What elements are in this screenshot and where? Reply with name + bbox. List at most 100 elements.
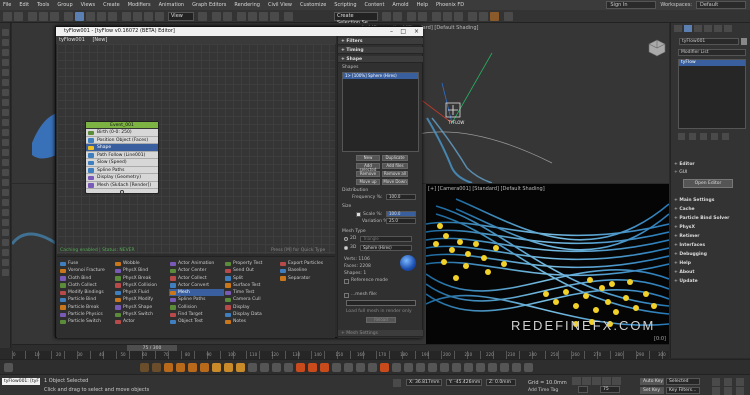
remove-button[interactable]: Remove	[356, 171, 380, 177]
maximize-toggle-icon[interactable]	[736, 387, 744, 395]
flow-icon-2[interactable]	[176, 363, 185, 372]
zoom-extents-icon[interactable]	[724, 378, 732, 386]
tab-option-icon[interactable]	[2, 209, 9, 216]
depot-operator[interactable]: Particle Physics	[59, 311, 114, 318]
modifier-list-dropdown[interactable]: Modifier List	[678, 49, 746, 56]
rollout-mesh-settings[interactable]: Mesh Settings	[338, 330, 423, 337]
depot-operator[interactable]: PhysX Break	[114, 275, 169, 282]
tyflow-title-bar[interactable]: tyFlow001 - [tyFlow v0.16072 (BETA) Edit…	[56, 27, 423, 36]
depot-operator[interactable]: Camera Cull	[224, 296, 279, 303]
tab-option-4-icon[interactable]	[2, 239, 9, 246]
tab-option-2-icon[interactable]	[2, 219, 9, 226]
depot-operator[interactable]: Fuse	[59, 260, 114, 267]
flow-icon-4[interactable]	[200, 363, 209, 372]
depot-operator[interactable]: PhysX Bind	[114, 267, 169, 274]
show-end-result-icon[interactable]	[689, 133, 696, 140]
script-icon-2[interactable]	[152, 363, 161, 372]
goto-start-icon[interactable]	[572, 377, 581, 385]
depot-operator[interactable]: Find Target	[169, 311, 224, 318]
object-tools-icon[interactable]	[2, 89, 9, 96]
mesh-type-2d-radio[interactable]	[344, 237, 348, 241]
create-selection-icon[interactable]	[2, 29, 9, 36]
rollout-cache[interactable]: Cache	[674, 207, 748, 212]
flow-icon[interactable]	[164, 363, 173, 372]
z-coordinate-field[interactable]: Z: 0.0mm	[486, 379, 516, 386]
depot-operator[interactable]: Surface Test	[224, 282, 279, 289]
rollout-physx[interactable]: PhysX	[674, 225, 748, 230]
shelf-icon-12[interactable]	[380, 363, 389, 372]
walk-icon[interactable]	[2, 179, 9, 186]
shelf-icon-20[interactable]	[476, 363, 485, 372]
shelf-icon-23[interactable]	[512, 363, 521, 372]
rollout-about[interactable]: About	[674, 270, 748, 275]
depot-operator[interactable]: Notes	[224, 318, 279, 325]
depot-operator[interactable]: Time Test	[224, 289, 279, 296]
y-coordinate-field[interactable]: Y: -45.426mm	[446, 379, 482, 386]
redo-icon[interactable]	[14, 12, 23, 21]
mini-curve-editor-icon[interactable]	[4, 363, 13, 372]
isolate-icon[interactable]	[2, 59, 9, 66]
shelf-icon-6[interactable]	[308, 363, 317, 372]
object-color-swatch[interactable]	[741, 38, 747, 45]
reference-mode-checkbox[interactable]	[344, 279, 349, 284]
rect-selection-icon[interactable]	[97, 12, 106, 21]
populate-icon[interactable]	[2, 49, 9, 56]
menu-create[interactable]: Create	[103, 2, 120, 8]
menu-phoenix-fd[interactable]: Phoenix FD	[436, 2, 464, 8]
depot-operator[interactable]: Actor	[114, 318, 169, 325]
depot-operator[interactable]: Particle Break	[59, 304, 114, 311]
mesh-type-3d-radio[interactable]	[344, 246, 348, 250]
shelf-icon[interactable]	[248, 363, 257, 372]
layout-tab-icon[interactable]	[2, 199, 9, 206]
event-operator[interactable]: Slow (Speed)	[86, 159, 158, 167]
mirror-icon[interactable]	[382, 12, 391, 21]
selection-tools-icon[interactable]	[2, 79, 9, 86]
auto-key-button[interactable]: Auto Key	[640, 378, 664, 385]
render-production-icon[interactable]	[490, 12, 499, 21]
add-selected-button[interactable]: Add selected	[356, 163, 380, 172]
shelf-icon-4[interactable]	[284, 363, 293, 372]
depot-operator[interactable]: Collision	[169, 304, 224, 311]
key-filters-button[interactable]: Key Filters...	[666, 387, 700, 394]
select-object-icon[interactable]	[75, 12, 84, 21]
shelf-icon-18[interactable]	[452, 363, 461, 372]
sign-in-dropdown[interactable]: Sign In	[606, 1, 657, 9]
flow-icon-7[interactable]	[236, 363, 245, 372]
event-node[interactable]: Event_001 Birth (0-0: 250) Position Objec…	[85, 121, 159, 194]
maximize-icon[interactable]	[2, 169, 9, 176]
shelf-icon-19[interactable]	[464, 363, 473, 372]
depot-operator[interactable]: PhysX Fluid	[114, 289, 169, 296]
menu-animation[interactable]: Animation	[159, 2, 185, 8]
curve-editor-icon[interactable]	[432, 12, 441, 21]
shelf-icon-9[interactable]	[344, 363, 353, 372]
event-operator[interactable]: Position Object (Faces)	[86, 137, 158, 144]
flow-icon-5[interactable]	[212, 363, 221, 372]
move-up-button[interactable]: Move up	[356, 179, 380, 185]
render-setup-icon[interactable]	[468, 12, 477, 21]
menu-rendering[interactable]: Rendering	[234, 2, 260, 8]
pan-nav-icon[interactable]	[712, 387, 720, 395]
prev-frame-icon[interactable]	[582, 377, 591, 385]
depot-operator[interactable]: Property Test	[224, 260, 279, 267]
depot-operator[interactable]: PhysX Switch	[114, 311, 169, 318]
depot-operator[interactable]: PhysX Modify	[114, 296, 169, 303]
shelf-icon-15[interactable]	[416, 363, 425, 372]
load-full-mesh-option[interactable]: Load full mesh in render only	[346, 309, 412, 314]
shelf-icon-11[interactable]	[368, 363, 377, 372]
edit-named-selection-icon[interactable]	[284, 12, 293, 21]
depot-operator[interactable]: Spline Paths	[169, 296, 224, 303]
event-output-socket[interactable]	[120, 190, 124, 194]
modifier-stack-item[interactable]: tyFlow	[679, 60, 745, 66]
rollout-shape[interactable]: Shape	[338, 56, 423, 63]
tab-option-3-icon[interactable]	[2, 229, 9, 236]
angle-snap-icon[interactable]	[248, 12, 257, 21]
percent-snap-icon[interactable]	[259, 12, 268, 21]
shape-2d-dropdown[interactable]: Triangle	[360, 236, 412, 242]
flow-icon-3[interactable]	[188, 363, 197, 372]
next-frame-icon[interactable]	[602, 377, 611, 385]
shelf-icon-5[interactable]	[296, 363, 305, 372]
snaps-toggle-icon[interactable]	[237, 12, 246, 21]
frequency-spinner[interactable]: 100.0	[386, 194, 416, 200]
make-unique-icon[interactable]	[700, 133, 707, 140]
event-operator[interactable]: Shape	[86, 144, 158, 152]
